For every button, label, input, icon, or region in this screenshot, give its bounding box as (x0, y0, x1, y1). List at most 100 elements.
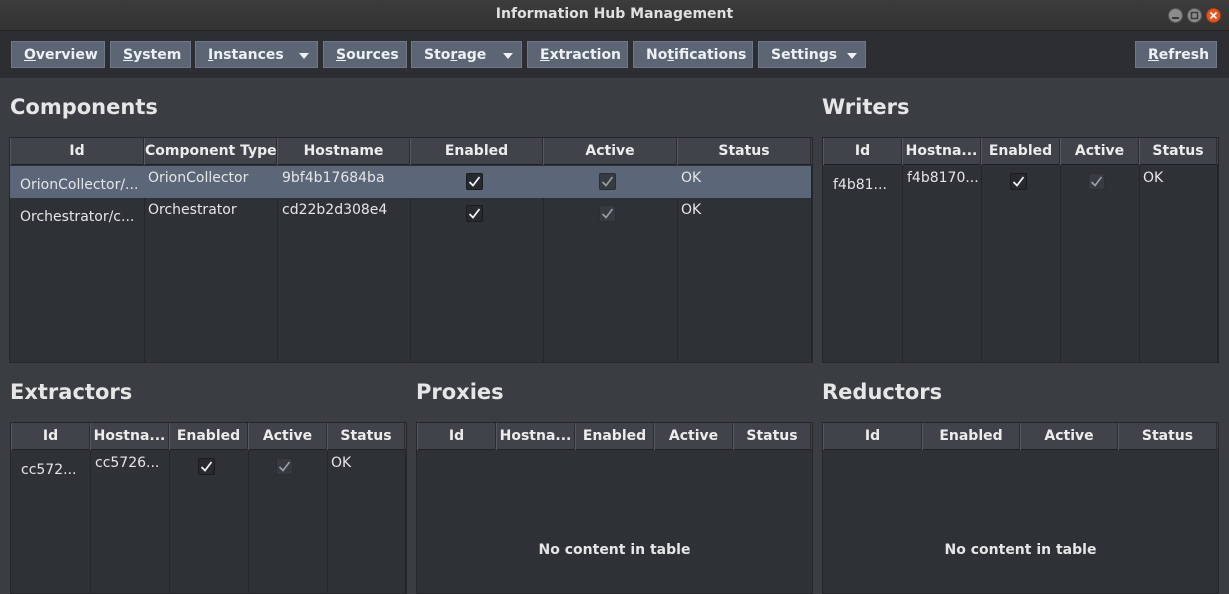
cell-status: OK (331, 455, 352, 471)
maximize-icon[interactable] (1187, 8, 1202, 23)
column-header-enabled[interactable]: Enabled (922, 423, 1020, 450)
column-header-enabled[interactable]: Enabled (981, 138, 1060, 165)
column-header-status[interactable]: Status (1118, 423, 1217, 450)
column-header-status[interactable]: Status (733, 423, 811, 450)
column-header-id[interactable]: Id (11, 423, 90, 450)
writers-table[interactable]: Id Hostna... Enabled Active Status f4b81… (822, 137, 1219, 363)
menu-sources-button[interactable]: Sources (323, 41, 407, 68)
column-header-hostname[interactable]: Hostna... (902, 138, 981, 165)
column-header-enabled[interactable]: Enabled (575, 423, 654, 450)
enabled-checkbox[interactable] (466, 205, 483, 222)
cell-component-type: Orchestrator (148, 202, 237, 218)
menu-settings-button[interactable]: Settings (758, 41, 866, 68)
column-header-id[interactable]: Id (417, 423, 496, 450)
column-header-id[interactable]: Id (823, 138, 902, 165)
table-row[interactable]: OrionCollector/... OrionCollector 9bf4b1… (10, 166, 812, 198)
menu-notifications-button[interactable]: Notifications (633, 41, 753, 68)
cell-status: OK (681, 202, 702, 218)
close-icon[interactable] (1206, 8, 1221, 23)
menu-label: age (457, 47, 487, 63)
menu-storage-button[interactable]: Storage (411, 41, 522, 68)
column-header-component-type[interactable]: Component Type (144, 138, 277, 165)
cell-hostname: f4b8170... (907, 170, 979, 186)
column-divider (1060, 165, 1061, 362)
column-divider (677, 198, 678, 362)
column-divider (902, 165, 903, 362)
column-header-active[interactable]: Active (1060, 138, 1139, 165)
writers-title: Writers (822, 95, 910, 119)
window-title: Information Hub Management (495, 6, 734, 22)
menu-instances-button[interactable]: Instances (195, 41, 318, 68)
window-titlebar: Information Hub Management (0, 0, 1229, 31)
column-header-active[interactable]: Active (248, 423, 327, 450)
enabled-checkbox[interactable] (466, 173, 483, 190)
menu-label: No (646, 47, 668, 63)
column-divider (90, 450, 91, 593)
column-divider (144, 198, 145, 362)
menu-label: ystem (133, 47, 182, 63)
column-header-id[interactable]: Id (10, 138, 144, 165)
menu-mnemonic: O (24, 47, 36, 63)
empty-table-message: No content in table (538, 542, 691, 558)
column-divider (248, 450, 249, 593)
active-checkbox (599, 173, 616, 190)
table-row[interactable]: f4b81... f4b8170... OK (823, 166, 1218, 198)
menu-label: ources (346, 47, 399, 63)
column-header-active[interactable]: Active (1020, 423, 1118, 450)
menu-label: verview (35, 47, 98, 63)
column-header-active[interactable]: Active (654, 423, 733, 450)
enabled-checkbox[interactable] (1010, 173, 1027, 190)
menu-overview-button[interactable]: Overview (11, 41, 105, 68)
table-header: Id Hostna... Enabled Active Status (823, 138, 1218, 165)
table-row[interactable]: cc572... cc5726... OK (11, 451, 406, 483)
menu-label: Settings (771, 47, 838, 63)
reductors-title: Reductors (822, 380, 943, 404)
column-divider (327, 450, 328, 593)
menu-extraction-button[interactable]: Extraction (527, 41, 628, 68)
column-header-hostname[interactable]: Hostname (277, 138, 410, 165)
column-header-hostname[interactable]: Hostna... (496, 423, 575, 450)
refresh-button[interactable]: Refresh (1135, 41, 1217, 68)
reductors-table[interactable]: Id Enabled Active Status No content in t… (822, 422, 1219, 594)
column-divider (981, 165, 982, 362)
cell-hostname: cc5726... (95, 455, 160, 471)
active-checkbox (1088, 173, 1105, 190)
column-divider (410, 198, 411, 362)
enabled-checkbox[interactable] (198, 458, 215, 475)
chevron-down-icon (503, 53, 513, 59)
cell-status: OK (1143, 170, 1164, 186)
menu-mnemonic: S (336, 47, 347, 63)
table-header: Id Hostna... Enabled Active Status (11, 423, 406, 450)
menu-label: efresh (1158, 47, 1210, 63)
column-header-status[interactable]: Status (327, 423, 405, 450)
column-header-enabled[interactable]: Enabled (169, 423, 248, 450)
menu-label: ifications (674, 47, 747, 63)
column-divider (811, 165, 812, 362)
minimize-icon[interactable] (1168, 8, 1183, 23)
menu-label: nstances (213, 47, 284, 63)
menu-bar: Overview System Instances Sources Storag… (0, 31, 1229, 78)
proxies-table[interactable]: Id Hostna... Enabled Active Status No co… (416, 422, 813, 594)
column-header-status[interactable]: Status (677, 138, 811, 165)
components-table[interactable]: Id Component Type Hostname Enabled Activ… (9, 137, 813, 363)
menu-label: Sto (424, 47, 451, 63)
column-header-status[interactable]: Status (1139, 138, 1217, 165)
menu-label: xtraction (549, 47, 622, 63)
column-header-id[interactable]: Id (823, 423, 922, 450)
extractors-title: Extractors (10, 380, 133, 404)
menu-mnemonic: S (123, 47, 134, 63)
cell-id: f4b81... (833, 177, 887, 193)
column-divider (543, 198, 544, 362)
column-header-active[interactable]: Active (543, 138, 677, 165)
column-header-enabled[interactable]: Enabled (410, 138, 543, 165)
menu-system-button[interactable]: System (110, 41, 191, 68)
table-header: Id Hostna... Enabled Active Status (417, 423, 812, 450)
column-divider (1139, 165, 1140, 362)
cell-id: Orchestrator/c... (20, 209, 135, 225)
table-row[interactable]: Orchestrator/c... Orchestrator cd22b2d30… (10, 198, 812, 230)
column-header-hostname[interactable]: Hostna... (90, 423, 169, 450)
chevron-down-icon (299, 53, 309, 59)
extractors-table[interactable]: Id Hostna... Enabled Active Status cc572… (10, 422, 407, 594)
active-checkbox (276, 458, 293, 475)
components-title: Components (10, 95, 158, 119)
